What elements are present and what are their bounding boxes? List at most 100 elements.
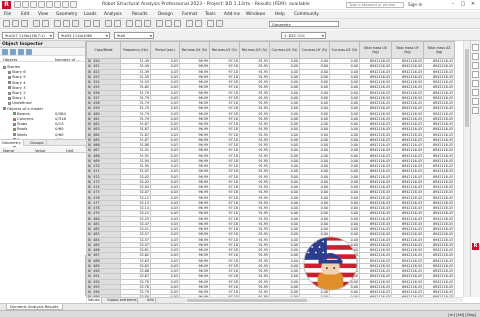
- open-icon[interactable]: [12, 20, 19, 27]
- new-icon[interactable]: [14, 1, 21, 8]
- menu-tools[interactable]: Tools: [205, 12, 216, 17]
- units-indicator[interactable]: [m] [kN] [Deg]: [448, 312, 476, 317]
- zoom-in-icon[interactable]: [472, 44, 479, 51]
- tree-node-icon: [8, 91, 11, 95]
- redo-icon[interactable]: [54, 1, 61, 8]
- menu-edit[interactable]: Edit: [21, 12, 29, 17]
- search-input[interactable]: Type a keyword or phrase: [346, 2, 404, 8]
- results-table-container: Case/Mode Frequency (Hz) Period (sec) Rel.m…: [86, 41, 464, 297]
- vertical-scrollbar[interactable]: [463, 41, 470, 297]
- menu-view[interactable]: View: [38, 12, 48, 17]
- paste-icon[interactable]: [72, 20, 79, 27]
- case-combo-value: 1: DZC CGC: [284, 34, 306, 38]
- close-button[interactable]: ✕: [468, 1, 478, 7]
- tree-node-icon: [8, 75, 11, 79]
- results-icon[interactable]: [135, 20, 142, 27]
- tree-node-icon: [13, 122, 16, 126]
- menu-analysis[interactable]: Analysis: [104, 12, 122, 17]
- preview-icon[interactable]: [42, 20, 49, 27]
- zoom-fit-icon[interactable]: [472, 62, 479, 69]
- pan-icon[interactable]: [165, 20, 172, 27]
- refresh-icon[interactable]: [26, 49, 32, 55]
- properties-grid: [0, 153, 86, 255]
- table-icon[interactable]: [144, 20, 151, 27]
- scroll-thumb[interactable]: [465, 49, 469, 127]
- tree-node-icon: [13, 117, 16, 121]
- tree-node-icon: [8, 96, 11, 100]
- scroll-thumb[interactable]: [187, 299, 307, 302]
- menu-design[interactable]: Design: [158, 12, 173, 17]
- column-header[interactable]: Total mass UX (kg): [359, 41, 392, 59]
- column-header[interactable]: Rel.mas.UX (%): [179, 41, 210, 59]
- column-header[interactable]: Cur.mas.UX (%): [269, 41, 300, 59]
- chevron-down-icon: ▼: [105, 34, 108, 38]
- column-header[interactable]: Frequency (Hz): [120, 41, 151, 59]
- main-toolbar: Geometry: [0, 19, 480, 29]
- save-icon[interactable]: [21, 20, 28, 27]
- rotate-icon[interactable]: [174, 20, 181, 27]
- column-header[interactable]: Cur.mas.UZ (%): [329, 41, 360, 59]
- undo-icon[interactable]: [84, 20, 91, 27]
- column-header[interactable]: Cur.mas.UY (%): [299, 41, 330, 59]
- sign-in-link[interactable]: Sign In: [408, 2, 422, 7]
- tab-geometry[interactable]: Geometry: [0, 140, 24, 146]
- help-icon[interactable]: [207, 20, 214, 27]
- menu-add-ins[interactable]: Add-ins: [224, 12, 240, 17]
- case-combo-select[interactable]: 1: DZC CGC ▼: [281, 32, 326, 39]
- dropdown-icon[interactable]: [70, 1, 77, 8]
- view-icon[interactable]: [472, 71, 479, 78]
- column-header[interactable]: Rel.mas.UZ (%): [239, 41, 270, 59]
- results-icon[interactable]: [472, 107, 479, 114]
- filter-icon[interactable]: [2, 49, 8, 55]
- loads-icon[interactable]: [472, 98, 479, 105]
- nodes-selection-input[interactable]: 9to53 111to1060 ▼: [58, 32, 110, 39]
- select-icon[interactable]: [105, 20, 112, 27]
- maximize-button[interactable]: □: [458, 1, 468, 7]
- copy-icon[interactable]: [63, 20, 70, 27]
- zoom-out-icon[interactable]: [472, 53, 479, 60]
- menu-loads[interactable]: Loads: [84, 12, 97, 17]
- tab-groups[interactable]: Groups: [28, 140, 47, 146]
- robot-logo-icon[interactable]: R: [472, 243, 479, 250]
- menu-windows[interactable]: Windows: [246, 12, 265, 17]
- open-icon[interactable]: [22, 1, 29, 8]
- menu-help[interactable]: Help: [275, 12, 285, 17]
- save-icon[interactable]: [30, 1, 37, 8]
- chevron-down-icon: ▼: [149, 34, 152, 38]
- menu-geometry[interactable]: Geometry: [56, 12, 77, 17]
- new-icon[interactable]: [3, 20, 10, 27]
- menu-results[interactable]: Results: [132, 12, 148, 17]
- collapse-icon[interactable]: [18, 49, 24, 55]
- expand-icon[interactable]: [10, 49, 16, 55]
- menu-file[interactable]: File: [4, 12, 11, 17]
- section-icon[interactable]: [472, 89, 479, 96]
- tree-node-icon: [8, 81, 11, 85]
- menu-format[interactable]: Format: [182, 12, 197, 17]
- column-header[interactable]: Total mass UZ (kg): [423, 41, 455, 59]
- column-header[interactable]: Case/Mode: [86, 41, 121, 59]
- properties-icon[interactable]: [114, 20, 121, 27]
- display-icon[interactable]: [195, 20, 202, 27]
- column-header[interactable]: Total mass UY (kg): [391, 41, 424, 59]
- print-icon[interactable]: [33, 20, 40, 27]
- column-header[interactable]: Rel.mas.UY (%): [209, 41, 240, 59]
- zoom-icon[interactable]: [156, 20, 163, 27]
- bars-selection-input[interactable]: 9to107 114to118(7:1) ▼: [2, 32, 54, 39]
- print-icon[interactable]: [38, 1, 45, 8]
- column-header[interactable]: Period (sec): [150, 41, 180, 59]
- info-icon[interactable]: [216, 20, 223, 27]
- cases-selection-input[interactable]: 9to0 ▼: [114, 32, 154, 39]
- undo-icon[interactable]: [46, 1, 53, 8]
- display-icon[interactable]: [472, 80, 479, 87]
- cut-icon[interactable]: [54, 20, 61, 27]
- horizontal-scrollbar[interactable]: [185, 297, 463, 302]
- tree-node-icon: [3, 65, 6, 69]
- layout-selector[interactable]: Geometry: [269, 21, 339, 27]
- redo-icon[interactable]: [93, 20, 100, 27]
- calculator-icon[interactable]: [62, 1, 69, 8]
- calculate-icon[interactable]: [126, 20, 133, 27]
- minimize-button[interactable]: –: [448, 1, 458, 7]
- menu-community[interactable]: Community: [294, 12, 319, 17]
- robot-logo[interactable]: R: [2, 1, 11, 9]
- view-3d-icon[interactable]: [186, 20, 193, 27]
